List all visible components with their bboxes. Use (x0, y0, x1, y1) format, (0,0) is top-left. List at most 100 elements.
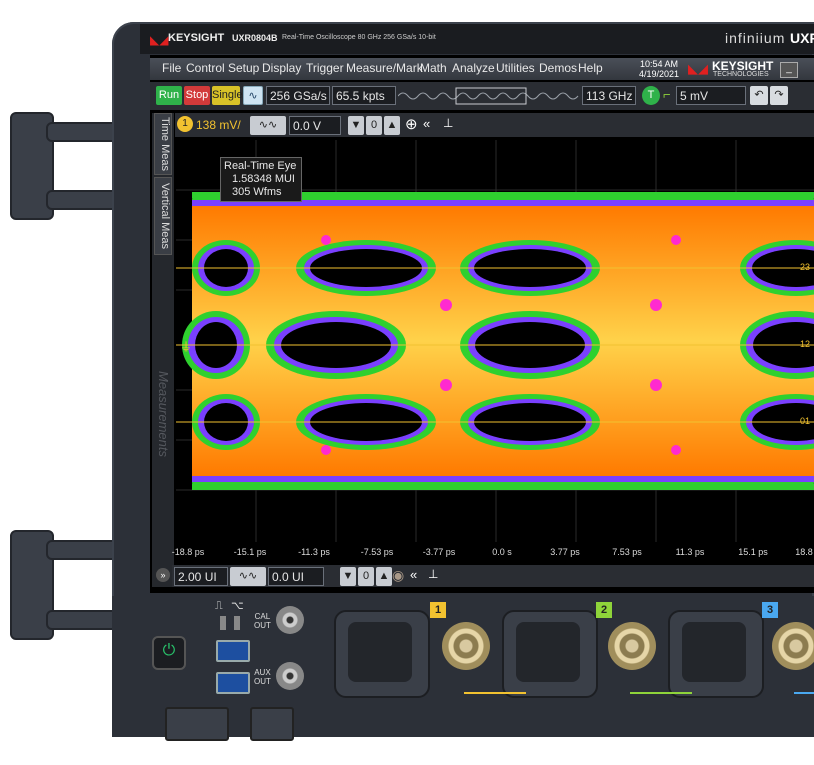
keysight-logo-icon: ◣◢ (150, 33, 169, 47)
menu-analyze[interactable]: Analyze (452, 61, 495, 75)
eye-info-title: Real-Time Eye (224, 160, 297, 172)
probe-interface-3[interactable] (668, 610, 764, 698)
xtick: 7.53 ps (612, 547, 642, 557)
probe-interface-1[interactable] (334, 610, 430, 698)
time-axis: -18.8 ps -15.1 ps -11.3 ps -7.53 ps -3.7… (172, 544, 814, 562)
position-down-button[interactable]: ▼ (340, 567, 356, 586)
bezel-series: infiniium (725, 30, 786, 46)
menu-display[interactable]: Display (262, 61, 301, 75)
sample-rate-field[interactable]: 256 GSa/s (266, 86, 330, 105)
cal-out-label: CAL OUT (254, 612, 271, 630)
menu-utilities[interactable]: Utilities (496, 61, 535, 75)
horizontal-position-field[interactable]: 0.0 UI (268, 567, 324, 586)
probe-interface-2[interactable] (502, 610, 598, 698)
cal-out-connector[interactable] (276, 606, 304, 634)
redo-button[interactable]: ↷ (770, 86, 788, 105)
ext-out-icon: ⌥ (231, 600, 244, 612)
run-button[interactable]: Run (156, 86, 182, 105)
channel-1-badge[interactable]: 1 (177, 116, 193, 132)
memory-depth-field[interactable]: 65.5 kpts (332, 86, 396, 105)
xtick: 3.77 ps (550, 547, 580, 557)
side-tabs: Time Meas Vertical Meas Measurements (152, 113, 174, 587)
channel-3-bracket (794, 692, 814, 694)
clock-date: 4/19/2021 (639, 69, 680, 79)
ground-marker-icon: ⏚ (180, 340, 193, 354)
bandwidth-field[interactable]: 113 GHz (582, 86, 636, 105)
menu-math[interactable]: Math (420, 61, 447, 75)
chassis-foot (250, 707, 294, 741)
menu-control[interactable]: Control (186, 61, 225, 75)
horizontal-scale-field[interactable]: 2.00 UI (174, 567, 228, 586)
channel-3-label: 3 (762, 602, 778, 618)
menu-help[interactable]: Help (578, 61, 603, 75)
single-button[interactable]: Single (212, 86, 243, 105)
tab-time-meas[interactable]: Time Meas (154, 113, 172, 175)
vertical-scale-value[interactable]: 138 mV/ (196, 118, 241, 132)
bezel-brand: KEYSIGHT (168, 32, 225, 44)
minimize-button[interactable]: _ (780, 62, 798, 78)
offset-up-button[interactable]: ▲ (384, 116, 400, 135)
channel-1-input[interactable] (442, 622, 490, 670)
xtick: -15.1 ps (233, 547, 267, 557)
screen-logo-icon: ◣◢ (688, 61, 708, 76)
eye-info-ui: 1.58348 MUI (232, 173, 295, 185)
channel-1-label: 1 (430, 602, 446, 618)
menu-file[interactable]: File (162, 61, 181, 75)
acquisition-waveform-icon (398, 87, 579, 105)
stop-button[interactable]: Stop (184, 86, 210, 105)
add-icon[interactable]: ⊕ (405, 115, 418, 133)
channel-2-bracket (630, 692, 692, 694)
horizontal-scale-knob-icon[interactable]: ∿∿ (230, 567, 266, 586)
horizontal-controls-bar: » 2.00 UI ∿∿ 0.0 UI ▼ 0 ▲ ◉ « ⊥ (156, 565, 814, 587)
xtick: -7.53 ps (360, 547, 394, 557)
slot-connector (220, 616, 226, 630)
bezel-series-suffix: UXR (790, 30, 814, 46)
slot-connector (234, 616, 240, 630)
xtick: 18.8 (795, 547, 813, 557)
tab-vertical-meas[interactable]: Vertical Meas (154, 177, 172, 255)
xtick: 0.0 s (492, 547, 512, 557)
position-up-button[interactable]: ▲ (376, 567, 392, 586)
menu-setup[interactable]: Setup (228, 61, 259, 75)
usb-port[interactable] (216, 640, 250, 662)
screen-logo-sub: TECHNOLOGIES (713, 71, 769, 78)
clock-time: 10:54 AM (640, 59, 679, 69)
channel-2-label: 2 (596, 602, 612, 618)
bezel-model: UXR0804B (232, 33, 278, 43)
offset-zero-button[interactable]: 0 (366, 116, 382, 135)
aux-out-connector[interactable] (276, 662, 304, 690)
undo-button[interactable]: ↶ (750, 86, 768, 105)
zoom-icon[interactable]: ◉ (392, 567, 404, 584)
vertical-scale-knob-icon[interactable]: ∿∿ (250, 116, 286, 135)
autoscale-icon[interactable]: ∿ (243, 86, 263, 105)
xtick: 11.3 ps (675, 547, 705, 557)
measurements-label: Measurements (156, 371, 171, 457)
pin-icon[interactable]: ⊥ (443, 116, 453, 130)
pulse-out-icon: ⎍ (215, 600, 223, 612)
xtick: 15.1 ps (738, 547, 768, 557)
collapse-icon[interactable]: « (410, 567, 417, 582)
aux-out-label: AUX OUT (254, 668, 271, 686)
channel-3-input[interactable] (772, 622, 814, 670)
level-label-23: 23 (799, 262, 810, 272)
pin-icon[interactable]: ⊥ (428, 567, 438, 581)
vertical-controls-bar: 1 138 mV/ ∿∿ 0.0 V ▼ 0 ▲ ⊕ « ⊥ (175, 113, 814, 137)
trigger-level-field[interactable]: 5 mV (676, 86, 746, 105)
expand-icon[interactable]: » (156, 568, 170, 582)
menu-trigger[interactable]: Trigger (306, 61, 344, 75)
vertical-offset-field[interactable]: 0.0 V (289, 116, 341, 135)
xtick: -3.77 ps (422, 547, 456, 557)
offset-down-button[interactable]: ▼ (348, 116, 364, 135)
level-label-12: 12 (799, 339, 810, 349)
position-zero-button[interactable]: 0 (358, 567, 374, 586)
channel-2-input[interactable] (608, 622, 656, 670)
acquisition-toolbar: Run Stop Single ∿ 256 GSa/s 65.5 kpts 11… (150, 82, 814, 110)
menu-demos[interactable]: Demos (539, 61, 577, 75)
usb-port[interactable] (216, 672, 250, 694)
level-label-01: 01 (799, 416, 810, 426)
menu-measure-mark[interactable]: Measure/Mark (346, 61, 423, 75)
trigger-badge[interactable]: T (642, 86, 660, 105)
front-bezel-header: ◣◢ KEYSIGHT UXR0804B Real-Time Oscillosc… (140, 24, 814, 54)
trigger-edge-icon: ⌐ (663, 87, 671, 102)
collapse-icon[interactable]: « (423, 116, 430, 131)
